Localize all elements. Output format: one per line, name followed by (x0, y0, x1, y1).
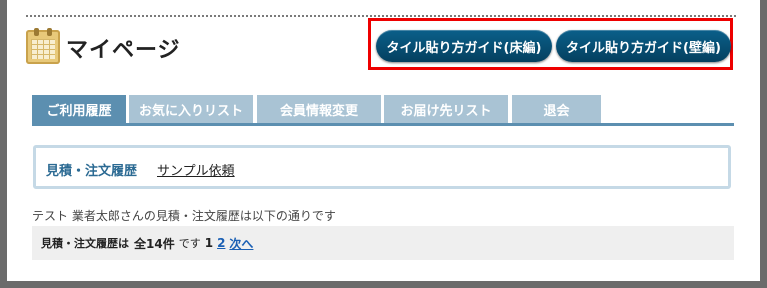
page-title: マイページ (66, 38, 181, 63)
subnav-quote-order-history[interactable]: 見積・注文履歴 (46, 160, 137, 179)
page-2-link[interactable]: 2 (217, 236, 225, 250)
info-text: テスト 業者太郎さんの見積・注文履歴は以下の通りです (32, 209, 336, 223)
calendar-icon (26, 28, 60, 64)
subnav-box (33, 145, 731, 189)
history-label: 見積・注文履歴は (41, 237, 129, 250)
current-page: 1 (204, 236, 214, 250)
top-divider (26, 15, 736, 17)
tab-underline (32, 123, 734, 126)
tab-usage-history[interactable]: ご利用履歴 (32, 95, 126, 123)
floor-tile-guide-button[interactable]: タイル貼り方ガイド(床編) (376, 30, 552, 62)
subnav-sample-request-link[interactable]: サンプル依頼 (157, 160, 235, 179)
tab-favorites[interactable]: お気に入りリスト (129, 95, 253, 123)
history-count: 全14件 (134, 236, 175, 251)
next-page-link[interactable]: 次へ (229, 235, 253, 252)
tab-member-info[interactable]: 会員情報変更 (257, 95, 381, 123)
wall-tile-guide-button[interactable]: タイル貼り方ガイド(壁編) (556, 30, 731, 62)
tab-withdraw[interactable]: 退会 (512, 95, 601, 123)
history-pagination: 見積・注文履歴は 全14件 です 1 2 次へ (32, 226, 734, 260)
history-desu: です (178, 237, 201, 250)
tab-delivery-list[interactable]: お届け先リスト (384, 95, 508, 123)
